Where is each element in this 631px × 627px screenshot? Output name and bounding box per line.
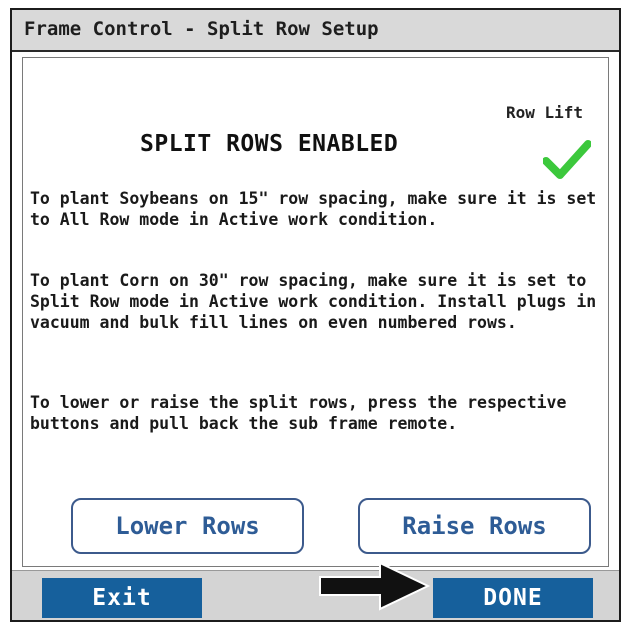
split-rows-status-heading: SPLIT ROWS ENABLED	[140, 131, 399, 157]
raise-rows-button[interactable]: Raise Rows	[358, 498, 591, 554]
done-button[interactable]: DONE	[433, 578, 593, 618]
soybean-instructions: To plant Soybeans on 15" row spacing, ma…	[30, 189, 597, 229]
bottom-bar: Exit DONE	[12, 570, 619, 620]
corn-instructions: To plant Corn on 30" row spacing, make s…	[30, 271, 597, 332]
checkmark-icon	[543, 140, 591, 179]
split-row-setup-panel: Row Lift SPLIT ROWS ENABLED To plant Soy…	[22, 57, 609, 567]
title-bar: Frame Control - Split Row Setup	[12, 10, 619, 52]
arrow-right-icon	[319, 561, 430, 611]
window-title: Frame Control - Split Row Setup	[24, 18, 379, 40]
lower-rows-button[interactable]: Lower Rows	[71, 498, 304, 554]
exit-button[interactable]: Exit	[42, 578, 202, 618]
frame-control-window: Frame Control - Split Row Setup Row Lift…	[10, 8, 621, 622]
row-lift-label: Row Lift	[506, 103, 584, 122]
lower-raise-instructions: To lower or raise the split rows, press …	[30, 393, 567, 433]
